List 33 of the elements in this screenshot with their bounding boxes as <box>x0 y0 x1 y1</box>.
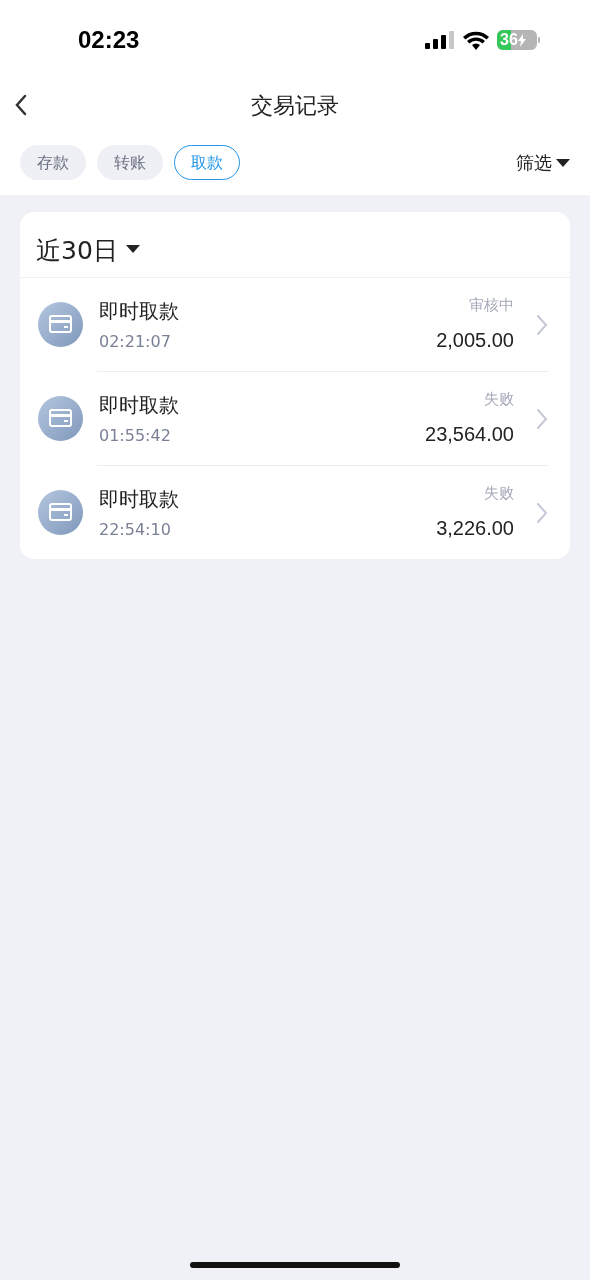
record-title: 即时取款 <box>99 297 180 325</box>
filter-tab[interactable]: 存款 <box>20 145 86 180</box>
card-icon <box>38 302 83 347</box>
record-title: 即时取款 <box>99 485 180 513</box>
period-dropdown[interactable]: 近30日 <box>20 212 156 277</box>
record-time: 01:55:42 <box>99 424 172 447</box>
caret-icon <box>556 158 570 167</box>
record-time: 02:21:07 <box>99 330 172 353</box>
wifi-icon <box>463 30 489 50</box>
signal-icon <box>425 31 455 49</box>
caret-icon <box>125 245 140 253</box>
record-status: 失败 <box>484 483 514 505</box>
record-status: 审核中 <box>469 295 514 317</box>
filter-button[interactable]: 筛选 <box>516 149 570 176</box>
chevron-icon <box>536 501 548 524</box>
status-time: 02:23 <box>78 25 140 55</box>
record-status: 失败 <box>484 389 514 411</box>
record-amount: 23,564.00 <box>425 421 514 447</box>
back-button[interactable] <box>14 92 28 117</box>
chevron-icon <box>536 313 548 336</box>
record-amount: 2,005.00 <box>436 327 514 353</box>
record-title: 即时取款 <box>99 391 180 419</box>
record-amount: 3,226.00 <box>436 515 514 541</box>
chevron-icon <box>536 407 548 430</box>
back-icon <box>14 92 28 117</box>
record-row[interactable]: 即时取款 02:21:07 审核中 2,005.00 <box>20 278 570 371</box>
record-row[interactable]: 即时取款 22:54:10 失败 3,226.00 <box>20 466 570 559</box>
filter-tab[interactable]: 转账 <box>97 145 163 180</box>
card-icon <box>38 396 83 441</box>
record-time: 22:54:10 <box>99 518 172 541</box>
card-icon <box>38 490 83 535</box>
record-row[interactable]: 即时取款 01:55:42 失败 23,564.00 <box>20 372 570 465</box>
page-title: 交易记录 <box>251 91 339 120</box>
